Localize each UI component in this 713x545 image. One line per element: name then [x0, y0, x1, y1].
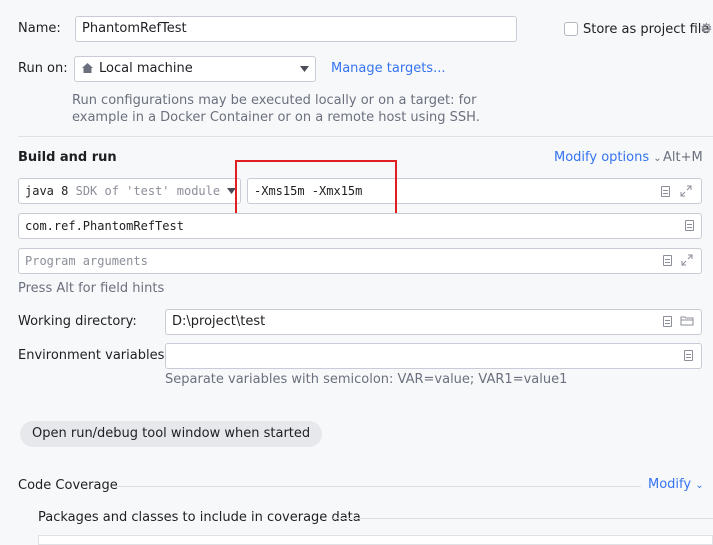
expand-icon[interactable]	[680, 185, 692, 197]
environment-variables-input[interactable]	[165, 343, 702, 369]
jdk-dropdown[interactable]: java 8 SDK of 'test' module	[18, 178, 241, 204]
store-project-file-label[interactable]: Store as project file	[583, 22, 709, 37]
working-directory-label: Working directory:	[18, 314, 137, 329]
expand-icon[interactable]	[681, 254, 693, 266]
chevron-down-icon: ⌄	[695, 480, 704, 491]
run-on-hint-line1: Run configurations may be executed local…	[72, 93, 477, 108]
separator	[333, 518, 713, 519]
code-coverage-modify-label: Modify	[648, 477, 692, 492]
modify-options-shortcut: Alt+M	[663, 150, 703, 165]
program-arguments-input[interactable]: Program arguments	[18, 248, 702, 274]
folder-icon[interactable]	[680, 315, 694, 326]
coverage-packages-list[interactable]	[38, 535, 713, 545]
store-project-file-checkbox[interactable]	[564, 22, 578, 36]
run-on-label: Run on:	[18, 61, 68, 76]
coverage-packages-label: Packages and classes to include in cover…	[38, 510, 361, 525]
jdk-version: java 8	[25, 184, 69, 198]
modify-options-label: Modify options	[554, 150, 650, 165]
document-icon[interactable]	[663, 316, 672, 327]
separator	[115, 486, 641, 487]
working-directory-input[interactable]: D:\project\test	[165, 309, 702, 335]
code-coverage-title: Code Coverage	[18, 478, 118, 493]
environment-variables-label: Environment variables:	[18, 348, 169, 363]
home-icon	[82, 63, 93, 73]
environment-variables-hint: Separate variables with semicolon: VAR=v…	[165, 372, 568, 387]
run-on-dropdown[interactable]: Local machine	[74, 56, 316, 82]
document-icon[interactable]	[685, 220, 694, 231]
jdk-detail: SDK of 'test' module	[75, 184, 221, 198]
separator	[18, 136, 713, 137]
document-icon[interactable]	[661, 186, 670, 197]
document-icon[interactable]	[663, 255, 672, 266]
build-and-run-title: Build and run	[18, 150, 117, 165]
run-on-value: Local machine	[99, 61, 193, 76]
open-tool-window-chip[interactable]: Open run/debug tool window when started	[20, 421, 323, 447]
field-hint-text: Press Alt for field hints	[18, 281, 165, 296]
gear-icon[interactable]: ⚙	[700, 22, 713, 36]
document-icon[interactable]	[684, 350, 693, 361]
name-label: Name:	[18, 21, 61, 36]
manage-targets-link[interactable]: Manage targets...	[331, 61, 445, 76]
name-input[interactable]: PhantomRefTest	[75, 16, 517, 42]
modify-options-link[interactable]: Modify options ⌄	[554, 150, 662, 165]
chevron-down-icon: ⌄	[653, 153, 662, 164]
dropdown-arrow-icon	[300, 66, 309, 72]
run-on-hint-line2: example in a Docker Container or on a re…	[72, 110, 480, 125]
main-class-input[interactable]: com.ref.PhantomRefTest	[18, 213, 702, 239]
code-coverage-modify-link[interactable]: Modify ⌄	[648, 477, 704, 492]
